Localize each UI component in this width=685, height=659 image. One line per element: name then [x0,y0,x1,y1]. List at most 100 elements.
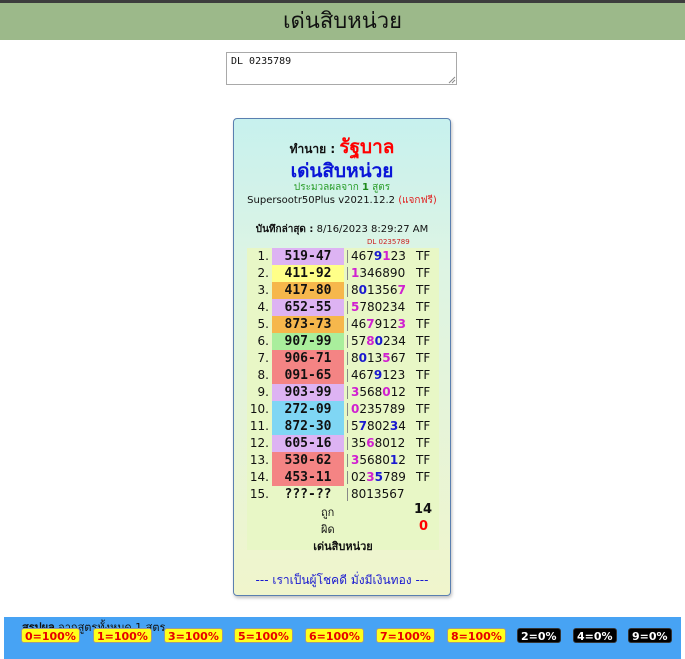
row-number: 15. [249,487,269,501]
summary-badge: 5=100% [234,628,293,643]
process-text: ประมวลผลจาก [293,182,359,193]
row-pair: 903-99 [272,384,344,401]
row-digits: 5780234 [351,300,406,314]
lottery-input[interactable] [226,52,457,85]
last-saved-line: บันทึกล่าสุด : 8/16/2023 8:29:27 AM [234,222,450,237]
row-pair: 530-62 [272,452,344,469]
row-number: 5. [257,317,269,331]
summary-badge: 1=100% [93,628,152,643]
predict-prefix: ทำนาย : [289,142,336,156]
row-pair: 417-80 [272,282,344,299]
row-separator [347,301,348,314]
row-separator [347,403,348,416]
row-number: 7. [257,351,269,365]
row-digits: 0235789 [351,470,406,484]
table-row: 2. 411-92 1346890 TF [247,265,439,282]
row-pair: 453-11 [272,469,344,486]
row-digits: 4679123 [351,368,406,382]
row-result: TF [416,283,431,297]
row-digits: 1346890 [351,266,406,280]
row-result: TF [416,470,431,484]
table-row: 6. 907-99 5780234 TF [247,333,439,350]
row-pair: 906-71 [272,350,344,367]
table-row: 4. 652-55 5780234 TF [247,299,439,316]
row-number: 12. [249,436,269,450]
row-digits: 8013567 [351,487,405,501]
summary-badge: 6=100% [305,628,364,643]
row-pair: 872-30 [272,418,344,435]
version-text: Supersootr50Plus v2021.12.2 [247,195,396,206]
row-separator [347,250,348,263]
row-digits: 8013567 [351,283,406,297]
row-pair: 907-99 [272,333,344,350]
table-row: 15. ???-?? 8013567 [247,486,439,503]
row-digits: 5780234 [351,334,406,348]
row-separator [347,454,348,467]
summary-badge: 9=0% [628,628,672,643]
row-digits: 8013567 [351,351,406,365]
row-number: 6. [257,334,269,348]
row-digits: 3568012 [351,385,406,399]
row-pair: 519-47 [272,248,344,265]
summary-bar: สรุปผล จากสูตรทั้งหมด 1 สูตร 0=100%1=100… [4,617,681,659]
row-separator [347,488,348,501]
row-result: TF [416,368,431,382]
row-number: 9. [257,385,269,399]
table-row: 8. 091-65 4679123 TF [247,367,439,384]
row-number: 10. [249,402,269,416]
row-digits: 0235789 [351,402,406,416]
summary-badge: 4=0% [573,628,617,643]
row-separator [347,352,348,365]
row-pair: 652-55 [272,299,344,316]
table-footer: เด่นสิบหน่วย [313,540,373,553]
row-separator [347,335,348,348]
table-row: 1. 519-47 4679123 TF [247,248,439,265]
table-row: 14. 453-11 0235789 TF [247,469,439,486]
row-result: TF [416,249,431,263]
row-number: 8. [257,368,269,382]
row-result: TF [416,351,431,365]
free-text: (แจกฟรี) [398,195,437,206]
table-row: 10. 272-09 0235789 TF [247,401,439,418]
row-number: 13. [249,453,269,467]
row-result: TF [416,436,431,450]
row-separator [347,284,348,297]
table-row: 11. 872-30 5780234 TF [247,418,439,435]
table-row: 12. 605-16 3568012 TF [247,435,439,452]
row-pair: 411-92 [272,265,344,282]
row-digits: 3568012 [351,436,406,450]
dl-small-label: DL 0235789 [367,238,410,246]
row-pair: 091-65 [272,367,344,384]
row-pair: ???-?? [272,486,344,503]
row-result: TF [416,317,431,331]
row-number: 3. [257,283,269,297]
row-separator [347,437,348,450]
summary-badge: 2=0% [517,628,561,643]
row-separator [347,369,348,382]
correct-count: 14 [414,502,433,517]
row-separator [347,318,348,331]
row-separator [347,267,348,280]
formula-count: 1 [362,182,369,193]
summary-badge: 8=100% [447,628,506,643]
row-result: TF [416,385,431,399]
page-title: เด่นสิบหน่วย [0,3,685,40]
row-number: 4. [257,300,269,314]
row-pair: 272-09 [272,401,344,418]
row-result: TF [416,402,431,416]
row-result: TF [416,300,431,314]
slogan: --- เราเป็นผู้โชคดี มั่งมีเงินทอง --- [255,573,429,587]
row-pair: 873-73 [272,316,344,333]
row-separator [347,386,348,399]
table-row: 7. 906-71 8013567 TF [247,350,439,367]
row-result: TF [416,453,431,467]
last-saved-value: 8/16/2023 8:29:27 AM [316,224,429,235]
wrong-count: 0 [419,519,429,534]
row-number: 1. [257,249,269,263]
last-saved-label: บันทึกล่าสุด : [255,224,314,235]
table-row: 5. 873-73 4679123 TF [247,316,439,333]
lottery-name: รัฐบาล [339,136,395,158]
table-row: 9. 903-99 3568012 TF [247,384,439,401]
resize-grip-icon[interactable] [448,76,456,84]
prediction-card: ทำนาย : รัฐบาล เด่นสิบหน่วย ประมวลผลจาก … [233,118,451,596]
